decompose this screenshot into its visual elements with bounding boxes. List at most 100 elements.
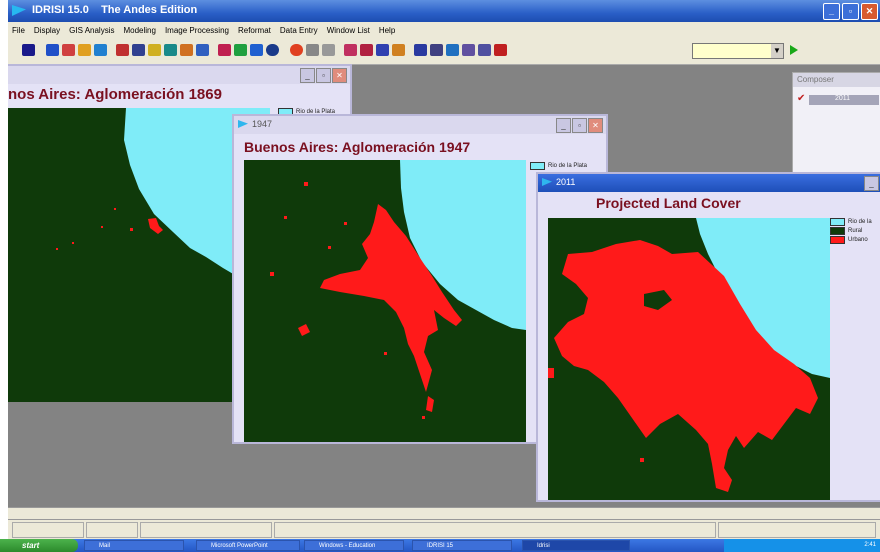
window-title-bar-1947[interactable]: 1947 _ ▫ ✕: [234, 116, 606, 134]
map-title-2011: Projected Land Cover: [596, 195, 741, 211]
digitize-icon[interactable]: [196, 44, 209, 56]
close-button-1947[interactable]: ✕: [588, 118, 603, 133]
histogram-icon[interactable]: [344, 44, 357, 56]
menu-help[interactable]: Help: [379, 26, 395, 35]
record-icon[interactable]: [494, 44, 507, 56]
urban-patch: [284, 216, 287, 219]
water-swatch: [830, 218, 845, 226]
windows-taskbar: start Mail Microsoft PowerPoint Windows …: [0, 539, 880, 552]
map-1869[interactable]: [8, 108, 270, 402]
globe-icon[interactable]: [250, 44, 263, 56]
urban-patch: [640, 458, 644, 462]
minimize-button-1869[interactable]: _: [300, 68, 315, 83]
composer-panel[interactable]: Composer ✔ 2011: [792, 72, 880, 174]
model-icon[interactable]: [446, 44, 459, 56]
idrisi-application-window: IDRISI 15.0 The Andes Edition _ ▫ ✕ File…: [8, 0, 880, 552]
edit-icon[interactable]: [218, 44, 231, 56]
grid-icon[interactable]: [392, 44, 405, 56]
window-controls-2011: _: [864, 176, 879, 191]
urban-patch: [304, 182, 308, 186]
chevron-down-icon[interactable]: ▼: [771, 44, 783, 58]
chart-icon[interactable]: [322, 44, 335, 56]
close-button[interactable]: ✕: [861, 3, 878, 20]
app-title-bar: IDRISI 15.0 The Andes Edition _ ▫ ✕: [8, 0, 880, 22]
zoom-icon[interactable]: [78, 44, 91, 56]
arrow-icon[interactable]: [306, 44, 319, 56]
menu-display[interactable]: Display: [34, 26, 60, 35]
menu-modeling[interactable]: Modeling: [123, 26, 155, 35]
map-2011[interactable]: [548, 218, 830, 500]
checkmark-icon[interactable]: ✔: [797, 93, 805, 104]
measure-icon[interactable]: [234, 44, 247, 56]
query-icon[interactable]: [116, 44, 129, 56]
urban-patch: [130, 228, 133, 231]
urban-patch: [270, 272, 274, 276]
legend-label-rural: Rural: [848, 228, 863, 234]
taskbar-item-idrisi[interactable]: IDRISI 15: [412, 540, 512, 551]
urban-patch: [548, 368, 554, 378]
map-window-icon: [542, 178, 552, 186]
menu-image-processing[interactable]: Image Processing: [165, 26, 229, 35]
open-icon[interactable]: [22, 44, 35, 56]
rural-swatch: [830, 227, 845, 235]
profile-icon[interactable]: [360, 44, 373, 56]
map-1947-svg: [244, 160, 526, 442]
window-title-bar-2011[interactable]: 2011 _: [538, 174, 880, 192]
minimize-button-2011[interactable]: _: [864, 176, 879, 191]
display-icon[interactable]: [46, 44, 59, 56]
window-controls-1869: _ ▫ ✕: [300, 68, 347, 83]
layout-icon[interactable]: [164, 44, 177, 56]
macro-combo-box[interactable]: ▼: [692, 43, 784, 59]
map-2011-svg: [548, 218, 830, 500]
urban-patch: [72, 242, 74, 244]
map-window-2011[interactable]: 2011 _ Projected Land Cover Rio de la Ru…: [536, 172, 880, 502]
restore-button-1947[interactable]: ▫: [572, 118, 587, 133]
close-button-1869[interactable]: ✕: [332, 68, 347, 83]
legend-icon[interactable]: [180, 44, 193, 56]
taskbar-item-explorer[interactable]: Windows - Education: [304, 540, 404, 551]
menu-data-entry[interactable]: Data Entry: [280, 26, 318, 35]
status-cell: [140, 522, 272, 538]
urban-patch: [114, 208, 116, 210]
raster-icon[interactable]: [132, 44, 145, 56]
menu-bar: File Display GIS Analysis Modeling Image…: [8, 22, 880, 38]
taskbar-item-idrisi-active[interactable]: Idrisi: [522, 540, 630, 551]
map-title-1947: Buenos Aires: Aglomeración 1947: [244, 139, 471, 155]
restore-button-1869[interactable]: ▫: [316, 68, 331, 83]
taskbar-item-mail[interactable]: Mail: [84, 540, 184, 551]
urban-patch: [384, 352, 387, 355]
minimize-button[interactable]: _: [823, 3, 840, 20]
composer-layer-item[interactable]: 2011: [809, 95, 879, 105]
target-icon[interactable]: [266, 44, 279, 56]
menu-gis-analysis[interactable]: GIS Analysis: [69, 26, 114, 35]
stats-icon[interactable]: [376, 44, 389, 56]
urban-patch: [328, 246, 331, 249]
map-1947[interactable]: [244, 160, 526, 442]
legend-label-water: Rio de la: [848, 219, 872, 225]
menu-reformat[interactable]: Reformat: [238, 26, 271, 35]
restore-button[interactable]: ▫: [842, 3, 859, 20]
settings-icon[interactable]: [462, 44, 475, 56]
palette-icon[interactable]: [430, 44, 443, 56]
legend-label-water: Rio de la Plata: [548, 163, 588, 169]
taskbar-item-powerpoint[interactable]: Microsoft PowerPoint: [196, 540, 300, 551]
system-tray: 2:41: [724, 539, 880, 552]
status-bar: [8, 519, 880, 540]
map-title-1869: nos Aires: Aglomeración 1869: [8, 86, 222, 103]
list-icon[interactable]: [478, 44, 491, 56]
urban-patch: [344, 222, 347, 225]
idrisi-logo-icon: [12, 5, 26, 16]
window-title-bar-1869[interactable]: _ ▫ ✕: [8, 66, 350, 84]
cross-icon[interactable]: [290, 44, 303, 56]
minimize-button-1947[interactable]: _: [556, 118, 571, 133]
menu-window-list[interactable]: Window List: [327, 26, 370, 35]
vector-icon[interactable]: [148, 44, 161, 56]
pan-icon[interactable]: [94, 44, 107, 56]
start-button[interactable]: start: [0, 539, 78, 552]
menu-file[interactable]: File: [12, 26, 25, 35]
clock: 2:41: [864, 542, 876, 548]
window-controls: _ ▫ ✕: [823, 3, 878, 20]
run-icon[interactable]: [790, 45, 798, 55]
composer-icon[interactable]: [62, 44, 75, 56]
table-icon[interactable]: [414, 44, 427, 56]
